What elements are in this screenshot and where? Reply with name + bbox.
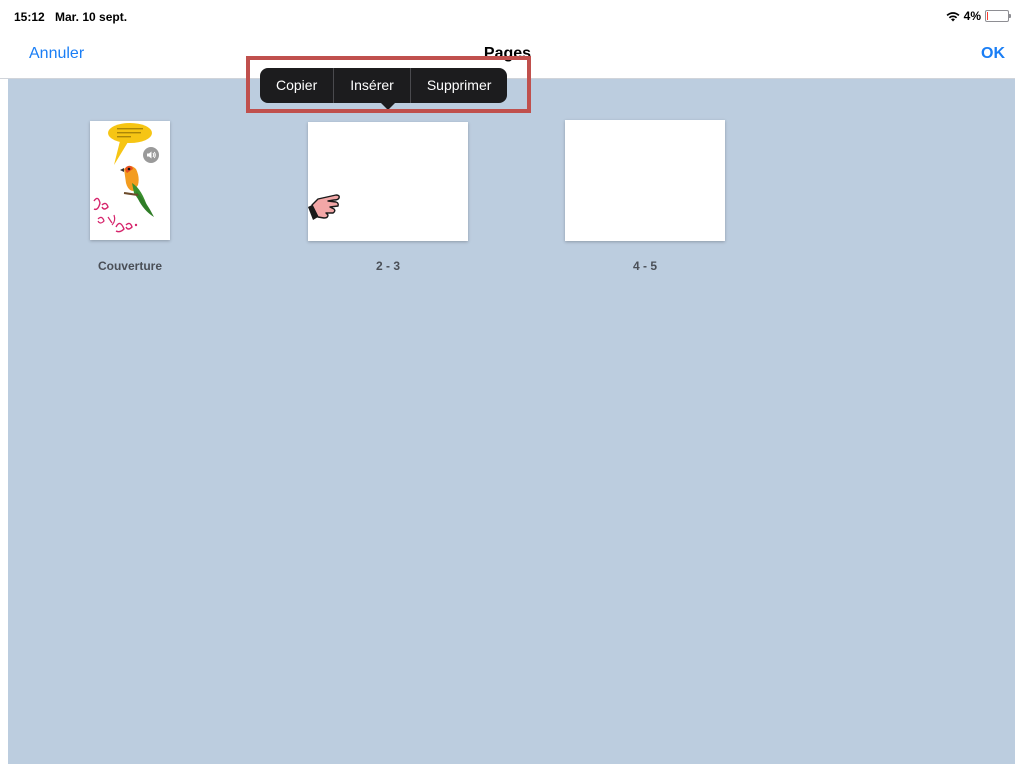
battery-fill xyxy=(987,12,988,20)
page-title: Pages xyxy=(483,45,532,62)
page-thumbnail-cover[interactable] xyxy=(90,121,170,240)
status-date: Mar. 10 sept. xyxy=(55,10,128,24)
edit-callout-menu: Copier Insérer Supprimer xyxy=(260,68,508,110)
callout-arrow xyxy=(381,103,395,110)
status-time: 15:12 xyxy=(14,10,45,24)
page-label-2-3: 2 - 3 xyxy=(375,259,400,273)
hand-pointer-icon xyxy=(308,194,340,220)
copy-menu-item[interactable]: Copier xyxy=(260,68,333,103)
status-bar: 15:12 Mar. 10 sept. 4% xyxy=(0,0,1015,34)
battery-icon xyxy=(985,10,1011,22)
nav-bar: Annuler Pages OK xyxy=(0,34,1015,79)
ok-button[interactable]: OK xyxy=(981,45,1005,63)
insert-menu-item[interactable]: Insérer xyxy=(334,68,410,103)
status-indicators: 4% xyxy=(946,9,1011,23)
page-label-cover: Couverture xyxy=(97,259,162,273)
page-label-4-5: 4 - 5 xyxy=(632,259,657,273)
page-thumbnail-4-5[interactable] xyxy=(565,120,725,241)
delete-menu-item[interactable]: Supprimer xyxy=(411,68,508,103)
cover-illustration xyxy=(93,123,154,233)
speaker-icon[interactable] xyxy=(143,147,159,163)
battery-percent: 4% xyxy=(963,9,981,23)
wifi-icon xyxy=(946,11,960,21)
